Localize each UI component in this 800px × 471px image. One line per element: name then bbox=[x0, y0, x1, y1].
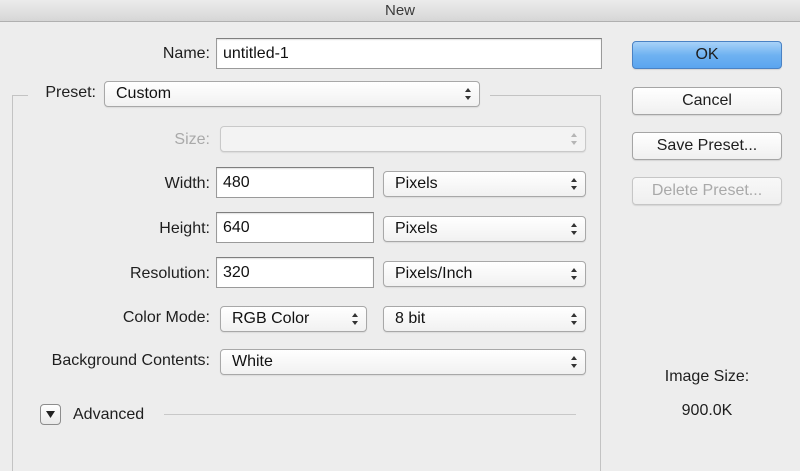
background-contents-value: White bbox=[232, 353, 273, 370]
height-unit-value: Pixels bbox=[395, 220, 438, 237]
name-label: Name: bbox=[162, 45, 210, 62]
size-label: Size: bbox=[174, 131, 210, 148]
image-size-value: 900.0K bbox=[681, 402, 733, 419]
save-preset-button[interactable]: Save Preset... bbox=[632, 132, 782, 160]
resolution-label: Resolution: bbox=[129, 265, 210, 282]
updown-arrows-icon bbox=[464, 87, 472, 101]
cancel-button[interactable]: Cancel bbox=[632, 87, 782, 115]
preset-label: Preset: bbox=[45, 84, 96, 101]
advanced-toggle[interactable] bbox=[40, 404, 61, 425]
updown-arrows-icon bbox=[351, 312, 359, 326]
resolution-unit-select[interactable]: Pixels/Inch bbox=[383, 261, 586, 287]
color-mode-value: RGB Color bbox=[232, 310, 310, 327]
size-select bbox=[220, 126, 586, 152]
width-unit-select[interactable]: Pixels bbox=[383, 171, 586, 197]
background-contents-select[interactable]: White bbox=[220, 349, 586, 375]
width-unit-value: Pixels bbox=[395, 175, 438, 192]
color-mode-select[interactable]: RGB Color bbox=[220, 306, 367, 332]
bit-depth-value: 8 bit bbox=[395, 310, 426, 327]
name-field[interactable]: untitled-1 bbox=[216, 38, 602, 69]
updown-arrows-icon bbox=[570, 267, 578, 281]
advanced-label: Advanced bbox=[73, 406, 145, 423]
color-mode-label: Color Mode: bbox=[122, 309, 210, 326]
height-field[interactable]: 640 bbox=[216, 212, 374, 243]
window-title: New bbox=[384, 2, 415, 19]
updown-arrows-icon bbox=[570, 312, 578, 326]
advanced-divider bbox=[164, 414, 576, 415]
background-contents-label: Background Contents: bbox=[51, 352, 210, 369]
delete-preset-button: Delete Preset... bbox=[632, 177, 782, 205]
updown-arrows-icon bbox=[570, 222, 578, 236]
triangle-down-icon bbox=[46, 411, 55, 418]
updown-arrows-icon bbox=[570, 355, 578, 369]
bit-depth-select[interactable]: 8 bit bbox=[383, 306, 586, 332]
new-document-dialog: Name: untitled-1 Preset: Custom Size: Wi… bbox=[0, 22, 800, 471]
window-titlebar: New bbox=[0, 0, 800, 22]
height-unit-select[interactable]: Pixels bbox=[383, 216, 586, 242]
height-label: Height: bbox=[159, 220, 210, 237]
width-label: Width: bbox=[164, 175, 210, 192]
resolution-field[interactable]: 320 bbox=[216, 257, 374, 288]
updown-arrows-icon bbox=[570, 177, 578, 191]
updown-arrows-icon bbox=[570, 132, 578, 146]
ok-button[interactable]: OK bbox=[632, 41, 782, 69]
resolution-unit-value: Pixels/Inch bbox=[395, 265, 473, 282]
preset-select[interactable]: Custom bbox=[104, 81, 480, 107]
image-size-label: Image Size: bbox=[664, 368, 750, 385]
width-field[interactable]: 480 bbox=[216, 167, 374, 198]
preset-value: Custom bbox=[116, 85, 172, 102]
